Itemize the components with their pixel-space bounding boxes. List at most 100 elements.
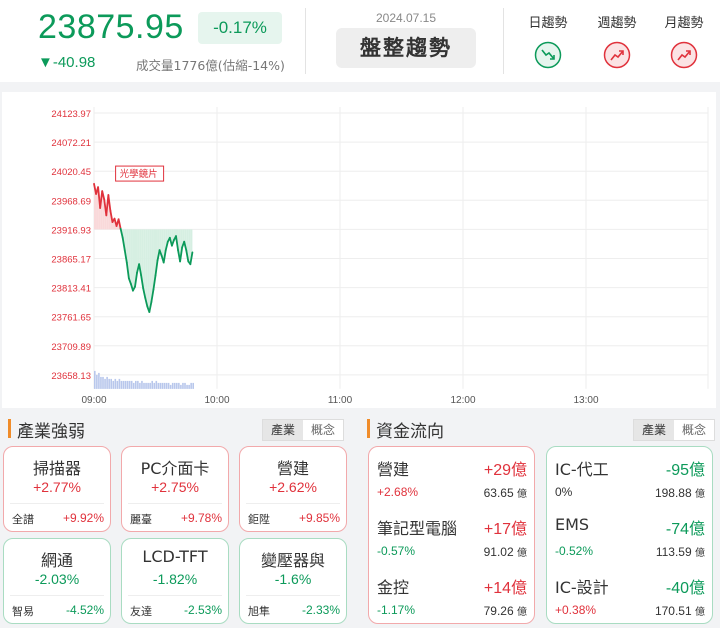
flow-amount: -74億	[665, 521, 705, 538]
leading-stock: 麗臺	[130, 513, 152, 526]
volume-bar	[126, 380, 129, 389]
volume-bar	[149, 382, 151, 389]
index-change-pct-badge: -0.17%	[198, 12, 282, 44]
volume-bar	[192, 382, 194, 389]
intraday-chart[interactable]: 24123.97 24072.21 24020.45 23968.69 23916.93…	[2, 92, 716, 408]
volume-bar	[169, 384, 172, 389]
volume-bar	[157, 382, 160, 389]
y-tick-label: 23813.41	[51, 284, 91, 295]
flow-name: 營建	[377, 460, 410, 479]
industry-card[interactable]: 掃描器 +2.77% 全譜 +9.92%	[3, 446, 111, 532]
industry-card[interactable]: 網通 -2.03% 智易 -4.52%	[3, 538, 111, 624]
volume-bar	[122, 380, 125, 389]
industry-name: PC介面卡	[140, 459, 210, 478]
volume-bar	[178, 382, 180, 389]
industry-name: 網通	[40, 551, 73, 570]
volume-bar	[102, 376, 104, 389]
flow-pct: -1.17%	[377, 603, 416, 617]
volume-bar	[108, 378, 110, 389]
leading-stock: 智易	[12, 605, 34, 618]
flow-amount: +29億	[483, 462, 527, 479]
trend-weekly[interactable]: 週趨勢	[587, 12, 647, 69]
x-tick-label: 13:00	[573, 395, 598, 406]
flow-row[interactable]: 金控 +14億 -1.17% 79.26 億	[369, 567, 533, 625]
industry-pct: -2.03%	[34, 571, 80, 587]
x-tick-label: 11:00	[328, 395, 353, 406]
tab-industry[interactable]: 產業	[634, 420, 674, 440]
trend-monthly-label: 月趨勢	[664, 16, 704, 31]
volume-bar	[171, 382, 174, 389]
industry-panel-header: 產業強弱	[8, 417, 158, 442]
flow-row[interactable]: 營建 +29億 +2.68% 63.65 億	[369, 449, 533, 507]
flow-pct: +0.38%	[555, 603, 597, 617]
industry-card[interactable]: PC介面卡 +2.75% 麗臺 +9.78%	[121, 446, 229, 532]
date-label: 2024.07.15	[375, 11, 437, 25]
industry-name: 變壓器與	[260, 551, 325, 570]
volume-bar	[132, 382, 135, 389]
trend-status-badge: 盤整趨勢	[336, 28, 476, 68]
annotation-label: 光學鏡片	[120, 168, 158, 180]
outflow-card: IC-代工 -95億 0% 198.88 億 EMS -74億 -0.52% 1…	[546, 446, 713, 624]
industry-pct: +2.62%	[269, 479, 317, 495]
flow-panel-header: 資金流向	[367, 417, 517, 442]
industry-pct: +2.77%	[33, 479, 81, 495]
y-tick-label: 23865.17	[51, 255, 91, 266]
price-area-segment	[147, 229, 150, 313]
flow-pct: 0%	[555, 485, 573, 499]
volume-bar	[153, 382, 156, 389]
volume-bar	[114, 378, 117, 389]
leading-stock-pct: -2.53%	[183, 603, 222, 617]
tab-industry[interactable]: 產業	[263, 420, 303, 440]
industry-pct: -1.82%	[152, 571, 198, 587]
flow-amount: -95億	[665, 462, 705, 479]
volume-bar	[147, 382, 149, 389]
volume-bar	[155, 380, 158, 389]
volume-bar	[163, 382, 166, 389]
flow-amount: +17億	[483, 521, 527, 538]
industry-card[interactable]: 營建 +2.62% 鉅陞 +9.85%	[239, 446, 347, 532]
leading-stock-pct: +9.92%	[62, 511, 104, 525]
volume-bar	[104, 378, 106, 389]
volume-bar	[188, 384, 190, 389]
volume-bar	[137, 380, 139, 389]
trend-daily[interactable]: 日趨勢	[518, 12, 578, 69]
flow-value: 63.65 億	[483, 486, 527, 500]
index-value: 23875.95	[38, 8, 184, 46]
industry-card[interactable]: LCD-TFT -1.82% 友達 -2.53%	[121, 538, 229, 624]
volume-bar	[100, 376, 102, 389]
volume-bar	[167, 382, 170, 389]
y-tick-label: 23658.13	[51, 371, 91, 382]
volume-bar	[173, 382, 176, 389]
trend-monthly[interactable]: 月趨勢	[654, 12, 714, 69]
flow-row[interactable]: 筆記型電腦 +17億 -0.57% 91.02 億	[369, 508, 533, 566]
industry-pct: -1.6%	[274, 571, 312, 587]
trend-down-icon	[534, 41, 562, 69]
industry-card[interactable]: 變壓器與 -1.6% 旭隼 -2.33%	[239, 538, 347, 624]
flow-row[interactable]: IC-代工 -95億 0% 198.88 億	[547, 449, 711, 507]
volume-bar	[165, 382, 168, 389]
flow-amount: -40億	[665, 580, 705, 597]
tab-concept[interactable]: 概念	[303, 420, 343, 440]
leading-stock: 旭隼	[248, 605, 270, 618]
flow-row[interactable]: EMS -74億 -0.52% 113.59 億	[547, 508, 711, 566]
leading-stock-pct: -4.52%	[65, 603, 104, 617]
trend-up-icon	[670, 41, 698, 69]
divider	[503, 8, 504, 74]
trend-weekly-label: 週趨勢	[597, 16, 637, 31]
volume-bar	[106, 376, 108, 389]
price-area-segment	[132, 229, 135, 291]
flow-value: 91.02 億	[483, 545, 527, 559]
industry-name: 掃描器	[32, 459, 81, 478]
flow-name: IC-代工	[555, 460, 609, 479]
index-change-points: ▼-40.98	[38, 54, 96, 71]
flow-row[interactable]: IC-設計 -40億 +0.38% 170.51 億	[547, 567, 711, 625]
tab-concept[interactable]: 概念	[674, 420, 714, 440]
flow-name: EMS	[555, 515, 590, 534]
flow-value: 198.88 億	[654, 486, 705, 500]
flow-pct: -0.52%	[555, 544, 594, 558]
flow-tab-switch: 產業 概念	[633, 419, 715, 441]
leading-stock: 全譜	[12, 513, 34, 526]
volume-bar	[159, 382, 162, 389]
volume-bar	[94, 370, 96, 389]
flow-panel-title: 資金流向	[376, 422, 444, 442]
